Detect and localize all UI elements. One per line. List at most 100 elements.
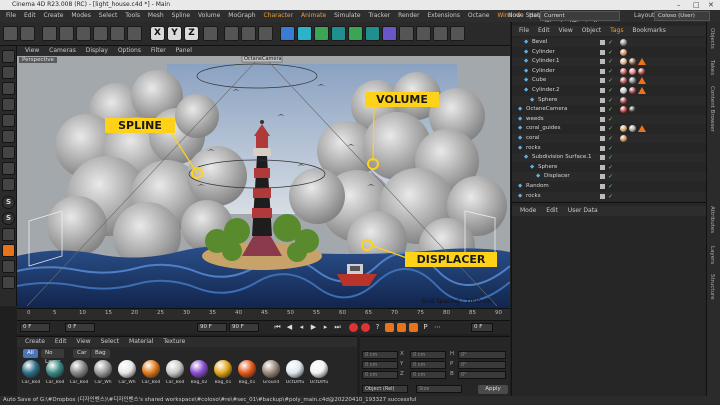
- warning-tag-icon[interactable]: [638, 58, 646, 66]
- material-tag-icon[interactable]: [629, 87, 636, 94]
- viewport-menu-cameras[interactable]: Cameras: [49, 47, 76, 54]
- menu-mograph[interactable]: MoGraph: [228, 12, 255, 19]
- viewport-menu-display[interactable]: Display: [86, 47, 108, 54]
- enabled-check-icon[interactable]: ✓: [608, 124, 613, 133]
- current-frame-field[interactable]: 0 F: [65, 323, 95, 332]
- material-swatch[interactable]: OctDiffu: [309, 360, 329, 390]
- object-name[interactable]: Cylinder: [532, 48, 555, 57]
- end-frame-field[interactable]: 90 F: [197, 323, 227, 332]
- visibility-toggle[interactable]: [600, 126, 605, 132]
- size-z-field[interactable]: 0 cm: [410, 371, 446, 379]
- material-tag-icon[interactable]: [620, 77, 627, 85]
- enabled-check-icon[interactable]: ✓: [608, 96, 613, 105]
- material-tag-icon[interactable]: [620, 67, 627, 75]
- object-menu-file[interactable]: File: [519, 27, 529, 34]
- dock-tab-layers[interactable]: Layers: [709, 246, 715, 264]
- rotation-key-icon[interactable]: [409, 323, 418, 332]
- material-tag-icon[interactable]: [620, 135, 627, 142]
- menu-animate[interactable]: Animate: [301, 12, 326, 19]
- material-swatch[interactable]: Ground: [261, 360, 281, 390]
- visibility-toggle[interactable]: [600, 116, 605, 122]
- rotate-tool-icon[interactable]: [93, 26, 108, 41]
- make-editable-icon[interactable]: [2, 50, 15, 63]
- material-swatch[interactable]: Bag_01: [213, 360, 233, 390]
- object-row[interactable]: ◆ Sphere ✓: [512, 163, 707, 172]
- edges-mode-icon[interactable]: [2, 114, 15, 127]
- visibility-toggle[interactable]: [600, 107, 605, 113]
- enabled-check-icon[interactable]: ✓: [608, 86, 613, 95]
- material-menu-create[interactable]: Create: [25, 338, 45, 345]
- enabled-check-icon[interactable]: ✓: [608, 67, 613, 76]
- object-row[interactable]: ◆ Cube ✓: [512, 76, 707, 86]
- visibility-toggle[interactable]: [600, 136, 605, 141]
- enabled-check-icon[interactable]: ✓: [608, 134, 613, 143]
- autokey-icon[interactable]: [361, 323, 370, 332]
- fps-field[interactable]: 0 F: [471, 323, 493, 332]
- object-row[interactable]: ◆ coral ✓: [512, 134, 707, 143]
- enabled-check-icon[interactable]: ✓: [608, 172, 613, 181]
- object-row[interactable]: ◆ rocks ✓: [512, 144, 707, 153]
- object-name[interactable]: Sphere: [538, 163, 557, 172]
- material-tag-icon[interactable]: [620, 87, 627, 94]
- object-menu-bookmarks[interactable]: Bookmarks: [632, 27, 666, 34]
- object-row[interactable]: ◆ Cylinder.1 ✓: [512, 57, 707, 67]
- floor-icon[interactable]: [416, 26, 431, 41]
- menu-octane[interactable]: Octane: [468, 12, 490, 19]
- object-name[interactable]: coral_guides: [526, 124, 561, 133]
- snap-settings-icon[interactable]: S: [2, 212, 15, 225]
- visibility-toggle[interactable]: [600, 40, 605, 45]
- material-tab-all[interactable]: All: [23, 349, 38, 358]
- object-name[interactable]: Cylinder: [532, 67, 555, 76]
- material-swatch[interactable]: OctDiffu: [285, 360, 305, 390]
- object-row[interactable]: ◆ Cylinder ✓: [512, 67, 707, 76]
- enabled-check-icon[interactable]: ✓: [608, 48, 613, 57]
- material-menu-texture[interactable]: Texture: [163, 338, 185, 345]
- material-swatch[interactable]: Car_Bod: [69, 360, 89, 390]
- enabled-check-icon[interactable]: ✓: [608, 115, 613, 124]
- locked-workplane-icon[interactable]: [2, 244, 15, 257]
- scale-key-icon[interactable]: [397, 323, 406, 332]
- object-name[interactable]: Displacer: [544, 172, 570, 181]
- material-menu-edit[interactable]: Edit: [55, 338, 67, 345]
- object-name[interactable]: Cube: [532, 76, 546, 85]
- material-tag-icon[interactable]: [620, 39, 627, 46]
- z-axis-lock-button[interactable]: Z: [184, 26, 199, 41]
- material-swatch[interactable]: Bag_01: [237, 360, 257, 390]
- material-swatch[interactable]: Car_Bod: [21, 360, 41, 390]
- material-swatch[interactable]: Car_Bod: [165, 360, 185, 390]
- enabled-check-icon[interactable]: ✓: [608, 182, 613, 191]
- y-axis-lock-button[interactable]: Y: [167, 26, 182, 41]
- light-icon[interactable]: [450, 26, 465, 41]
- size-y-field[interactable]: 0 cm: [410, 361, 446, 369]
- prev-key-icon[interactable]: ◀: [285, 323, 294, 332]
- object-name[interactable]: weeds: [526, 115, 544, 124]
- tweak-mode-icon[interactable]: [2, 178, 15, 191]
- dock-tab-attributes[interactable]: Attributes: [709, 206, 715, 233]
- material-swatch[interactable]: Car_Wh: [117, 360, 137, 390]
- material-tag-icon[interactable]: [620, 125, 627, 133]
- object-row[interactable]: ◆ Random ✓: [512, 182, 707, 191]
- object-menu-edit[interactable]: Edit: [538, 27, 550, 34]
- material-tab-bag[interactable]: Bag: [91, 349, 110, 358]
- rotation-b-field[interactable]: 0°: [458, 371, 506, 379]
- dock-tab-objects[interactable]: Objects: [709, 28, 715, 49]
- material-tab-no-layer[interactable]: No Layer: [41, 349, 65, 365]
- menu-mesh[interactable]: Mesh: [148, 12, 164, 19]
- coord-size-dropdown[interactable]: Size: [416, 385, 462, 393]
- object-name[interactable]: Random: [526, 182, 549, 191]
- viewport-menu-options[interactable]: Options: [118, 47, 141, 54]
- position-x-field[interactable]: 0 cm: [362, 351, 398, 359]
- dock-tab-takes[interactable]: Takes: [709, 60, 715, 75]
- warning-tag-icon[interactable]: [638, 77, 646, 85]
- object-name[interactable]: Cylinder.2: [532, 86, 560, 95]
- minimize-icon[interactable]: –: [677, 0, 681, 10]
- visibility-toggle[interactable]: [600, 68, 605, 74]
- close-icon[interactable]: ✕: [708, 0, 714, 10]
- viewport-solo-icon[interactable]: [2, 276, 15, 289]
- material-tag-icon[interactable]: [629, 125, 636, 133]
- material-menu-view[interactable]: View: [76, 338, 90, 345]
- material-tag-icon[interactable]: [629, 67, 636, 75]
- maximize-icon[interactable]: □: [693, 0, 700, 10]
- menu-file[interactable]: File: [6, 12, 16, 19]
- object-row[interactable]: ◆ Cylinder ✓: [512, 48, 707, 57]
